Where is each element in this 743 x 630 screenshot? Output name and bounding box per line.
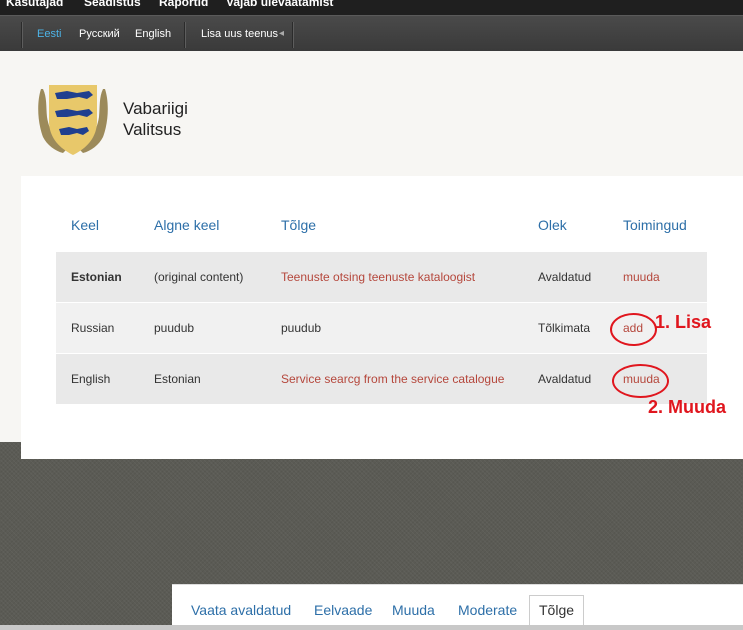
divider [184,22,185,48]
column-header-actions: Toimingud [623,217,687,234]
translation-link[interactable]: Teenuste otsing teenuste kataloogist [281,270,475,284]
site-name-line-2: Valitsus [123,120,182,139]
translations-table: Keel Algne keel Tõlge Olek Toimingud Est… [56,200,707,404]
site-name-line-1: Vabariigi [123,99,188,118]
language-link-english[interactable]: English [135,28,171,40]
table-header-row: Keel Algne keel Tõlge Olek Toimingud [56,200,707,251]
page-margin [0,176,21,442]
add-service-link[interactable]: Lisa uus teenus [201,28,278,40]
cell-translation: puudub [266,301,523,353]
node-tabs: Vaata avaldatud Eelvaade Muuda Moderate … [172,584,743,630]
admin-menu-needs-review[interactable]: Vajab ülevaatamist [226,0,333,9]
tab-translate[interactable]: Tõlge [529,595,585,626]
tab-preview[interactable]: Eelvaade [314,602,372,618]
annotation-label-edit: 2. Muuda [648,397,727,417]
cell-source: (original content) [139,250,266,302]
scroll-edge [0,625,743,630]
cell-status: Avaldatud [523,352,608,404]
annotation-circle-add [610,313,657,346]
language-link-russian[interactable]: Русский [79,28,120,40]
annotation-circle-edit [612,364,669,398]
annotation-label-add: 1. Lisa [655,312,712,332]
tab-view-published[interactable]: Vaata avaldatud [191,602,291,618]
edit-link[interactable]: muuda [623,270,660,284]
translation-link[interactable]: Service searcg from the service catalogu… [281,372,504,386]
cell-status: Avaldatud [523,250,608,302]
tab-edit[interactable]: Muuda [392,602,435,618]
cell-source: puudub [139,301,266,353]
tab-moderate[interactable]: Moderate [458,602,517,618]
coat-of-arms-logo[interactable] [37,81,109,157]
divider [21,22,22,48]
site-header: Vabariigi Valitsus [0,51,743,176]
site-name[interactable]: Vabariigi Valitsus [123,98,188,140]
column-header-status: Olek [538,217,567,234]
admin-menu-users[interactable]: Kasutajad [6,0,63,9]
divider [292,22,293,48]
cell-language: Estonian [56,250,139,302]
admin-menu-reports[interactable]: Raportid [159,0,208,9]
table-row: English Estonian Service searcg from the… [56,352,707,404]
chevron-left-icon: ◂ [279,28,285,39]
table-row: Estonian (original content) Teenuste ots… [56,250,707,302]
admin-toolbar: Kasutajad Seadistus Raportid Vajab üleva… [0,0,743,15]
column-header-language: Keel [71,217,100,234]
admin-menu-settings[interactable]: Seadistus [84,0,141,9]
language-link-estonian[interactable]: Eesti [37,28,61,40]
cell-source: Estonian [139,352,266,404]
cell-status: Tõlkimata [523,301,608,353]
cell-language: English [56,352,139,404]
column-header-source-language: Algne keel [154,217,220,234]
shortcut-bar: Eesti Русский English Lisa uus teenus ◂ [0,15,743,51]
cell-language: Russian [56,301,139,353]
column-header-translation: Tõlge [281,217,317,234]
